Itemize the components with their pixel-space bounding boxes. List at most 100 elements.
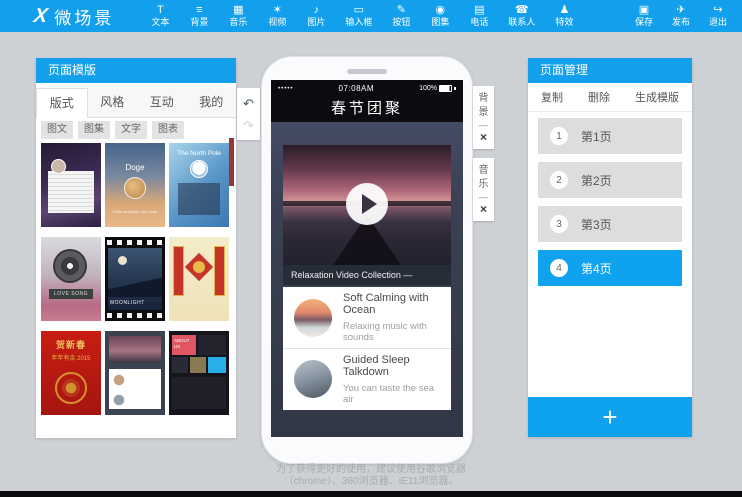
- layer-tab-背景[interactable]: 背景—×: [473, 86, 494, 149]
- minimize-icon[interactable]: —: [479, 121, 488, 129]
- tool-label-text: 文本: [151, 18, 169, 27]
- tool-label-image: 图片: [307, 18, 325, 27]
- template-thumb-cny-red[interactable]: 贺新春年年有余 2015: [41, 331, 101, 415]
- undo-icon[interactable]: ↶: [243, 97, 254, 110]
- top-toolbar: X 微场景 T 文本 ≡ 背景 ▦音乐 ✶视频 ♪图片 ▭输入框 ✎按钮 ◉图集 ▤ 电话 ☎联系人 ♟ 特…: [0, 0, 742, 32]
- play-icon[interactable]: [346, 183, 388, 225]
- browser-hint-line1: 为了获得更好的使用，建议使用谷歌浏览器: [0, 464, 742, 476]
- media-subtitle: Relaxing music with sounds: [343, 321, 440, 343]
- template-thumb-cny-couplets[interactable]: [169, 237, 229, 321]
- tool-label-background: 背景: [190, 18, 208, 27]
- page-label: 第4页: [581, 260, 612, 277]
- filter-chip-图表[interactable]: 图表: [152, 121, 184, 139]
- phone-icon: ▤: [474, 5, 484, 16]
- media-text: Guided Sleep TalkdownYou can taste the s…: [343, 354, 440, 405]
- layer-tab-音乐[interactable]: 音乐—×: [473, 158, 494, 221]
- template-thumb-video-collection[interactable]: [105, 331, 165, 415]
- page-manager-actions: 复制 删除 生成模版: [528, 83, 692, 112]
- video-block[interactable]: Relaxation Video Collection —: [283, 145, 451, 285]
- media-item-ocean[interactable]: Soft Calming with OceanRelaxing music wi…: [283, 287, 451, 348]
- tab-版式[interactable]: 版式: [36, 88, 88, 118]
- tab-我的[interactable]: 我的: [187, 88, 237, 117]
- video-caption: Relaxation Video Collection —: [283, 265, 451, 285]
- tool-save[interactable]: ▣保存: [634, 5, 654, 27]
- background-icon: ≡: [196, 5, 202, 16]
- template-thumb-moonlight[interactable]: MOONLIGHT: [105, 237, 165, 321]
- template-art: [48, 171, 94, 213]
- tool-phone[interactable]: ▤ 电话: [469, 5, 489, 27]
- tool-contacts[interactable]: ☎联系人: [508, 5, 535, 27]
- action-delete[interactable]: 删除: [588, 89, 610, 105]
- page-item-1[interactable]: 1 第1页: [538, 118, 682, 154]
- tool-image[interactable]: ♪图片: [306, 5, 326, 27]
- redo-icon[interactable]: ↷: [243, 119, 254, 132]
- tool-label-music: 音乐: [229, 18, 247, 27]
- tool-gallery[interactable]: ◉图集: [430, 5, 450, 27]
- tool-label-button: 按钮: [392, 18, 410, 27]
- tool-input-box[interactable]: ▭输入框: [345, 5, 372, 27]
- tool-video[interactable]: ✶视频: [267, 5, 287, 27]
- media-text: Soft Calming with OceanRelaxing music wi…: [343, 292, 440, 343]
- media-thumb-ocean: [294, 299, 332, 337]
- video-icon: ✶: [273, 5, 282, 16]
- tab-互动[interactable]: 互动: [137, 88, 187, 117]
- minimize-icon[interactable]: —: [479, 193, 488, 201]
- effects-icon: ♟: [559, 5, 569, 16]
- page-heading[interactable]: 春节团聚: [271, 97, 463, 122]
- layer-tab-label: 音: [479, 165, 489, 176]
- page-item-4[interactable]: 4第4页: [538, 250, 682, 286]
- template-thumb-doge[interactable]: DogeFellieverybody I am doge: [105, 143, 165, 227]
- tool-label-save: 保存: [635, 18, 653, 27]
- tool-background[interactable]: ≡ 背景: [189, 5, 209, 27]
- close-icon[interactable]: ×: [480, 204, 487, 215]
- filter-chip-文字[interactable]: 文字: [115, 121, 147, 139]
- page-label: 第1页: [581, 128, 612, 145]
- tool-music[interactable]: ▦音乐: [228, 5, 248, 27]
- page-item-3[interactable]: 3第3页: [538, 206, 682, 242]
- tool-button[interactable]: ✎按钮: [391, 5, 411, 27]
- tool-label-exit: 退出: [709, 18, 727, 27]
- action-copy[interactable]: 复制: [541, 89, 563, 105]
- filter-chip-图集[interactable]: 图集: [78, 121, 110, 139]
- template-thumb-love-song[interactable]: LOVE SONG: [41, 237, 101, 321]
- history-toolbar: ↶ ↷: [237, 88, 260, 140]
- page-item-2[interactable]: 2第2页: [538, 162, 682, 198]
- media-list-card: Soft Calming with OceanRelaxing music wi…: [283, 287, 451, 410]
- layer-tab-label: 背: [479, 93, 489, 104]
- template-art: [53, 249, 87, 283]
- logo-x-icon: X: [33, 6, 49, 26]
- template-thumb-metro-tiles[interactable]: ABOUT US: [169, 331, 229, 415]
- template-tabs: 版式风格互动我的: [36, 88, 236, 118]
- template-art: [185, 253, 213, 281]
- template-panel-title: 页面模版: [36, 58, 236, 83]
- signal-dots: •••••: [278, 86, 294, 92]
- media-thumb-rocks: [294, 360, 332, 398]
- template-thumb-north-pole[interactable]: The North Pole: [169, 143, 229, 227]
- media-item-rocks[interactable]: Guided Sleep TalkdownYou can taste the s…: [283, 348, 451, 409]
- template-thumb-quote-card[interactable]: [41, 143, 101, 227]
- close-icon[interactable]: ×: [480, 132, 487, 143]
- tool-effects[interactable]: ♟ 特效: [554, 5, 574, 27]
- action-make-template[interactable]: 生成模版: [635, 89, 679, 105]
- tool-publish[interactable]: ✈发布: [671, 5, 691, 27]
- add-page-button[interactable]: +: [528, 397, 692, 437]
- tool-label-effects: 特效: [555, 18, 573, 27]
- battery-indicator: 100%: [419, 85, 456, 92]
- filter-chip-图文[interactable]: 图文: [41, 121, 73, 139]
- input-box-icon: ▭: [354, 5, 364, 16]
- phone-speaker: [347, 69, 387, 74]
- template-scrollbar[interactable]: [229, 138, 234, 186]
- tab-风格[interactable]: 风格: [88, 88, 138, 117]
- text-icon: T: [157, 5, 164, 16]
- logo-text: 微场景: [54, 4, 114, 29]
- page-number-badge: 1: [550, 127, 568, 145]
- app-root: X 微场景 T 文本 ≡ 背景 ▦音乐 ✶视频 ♪图片 ▭输入框 ✎按钮 ◉图集 ▤ 电话 ☎联系人 ♟ 特…: [0, 0, 742, 497]
- toolbar-tools: T 文本 ≡ 背景 ▦音乐 ✶视频 ♪图片 ▭输入框 ✎按钮 ◉图集 ▤ 电话 ☎联系人 ♟ 特效: [150, 5, 574, 27]
- publish-icon: ✈: [676, 5, 685, 16]
- tool-label-phone: 电话: [470, 18, 488, 27]
- tool-text[interactable]: T 文本: [150, 5, 170, 27]
- page-number-badge: 2: [550, 171, 568, 189]
- phone-preview: ••••• 07:08AM 100% 春节团聚 Relaxation Video…: [262, 57, 472, 463]
- page-list: 1 第1页 2第2页 3第3页 4第4页: [528, 118, 692, 294]
- tool-exit[interactable]: ↪退出: [708, 5, 728, 27]
